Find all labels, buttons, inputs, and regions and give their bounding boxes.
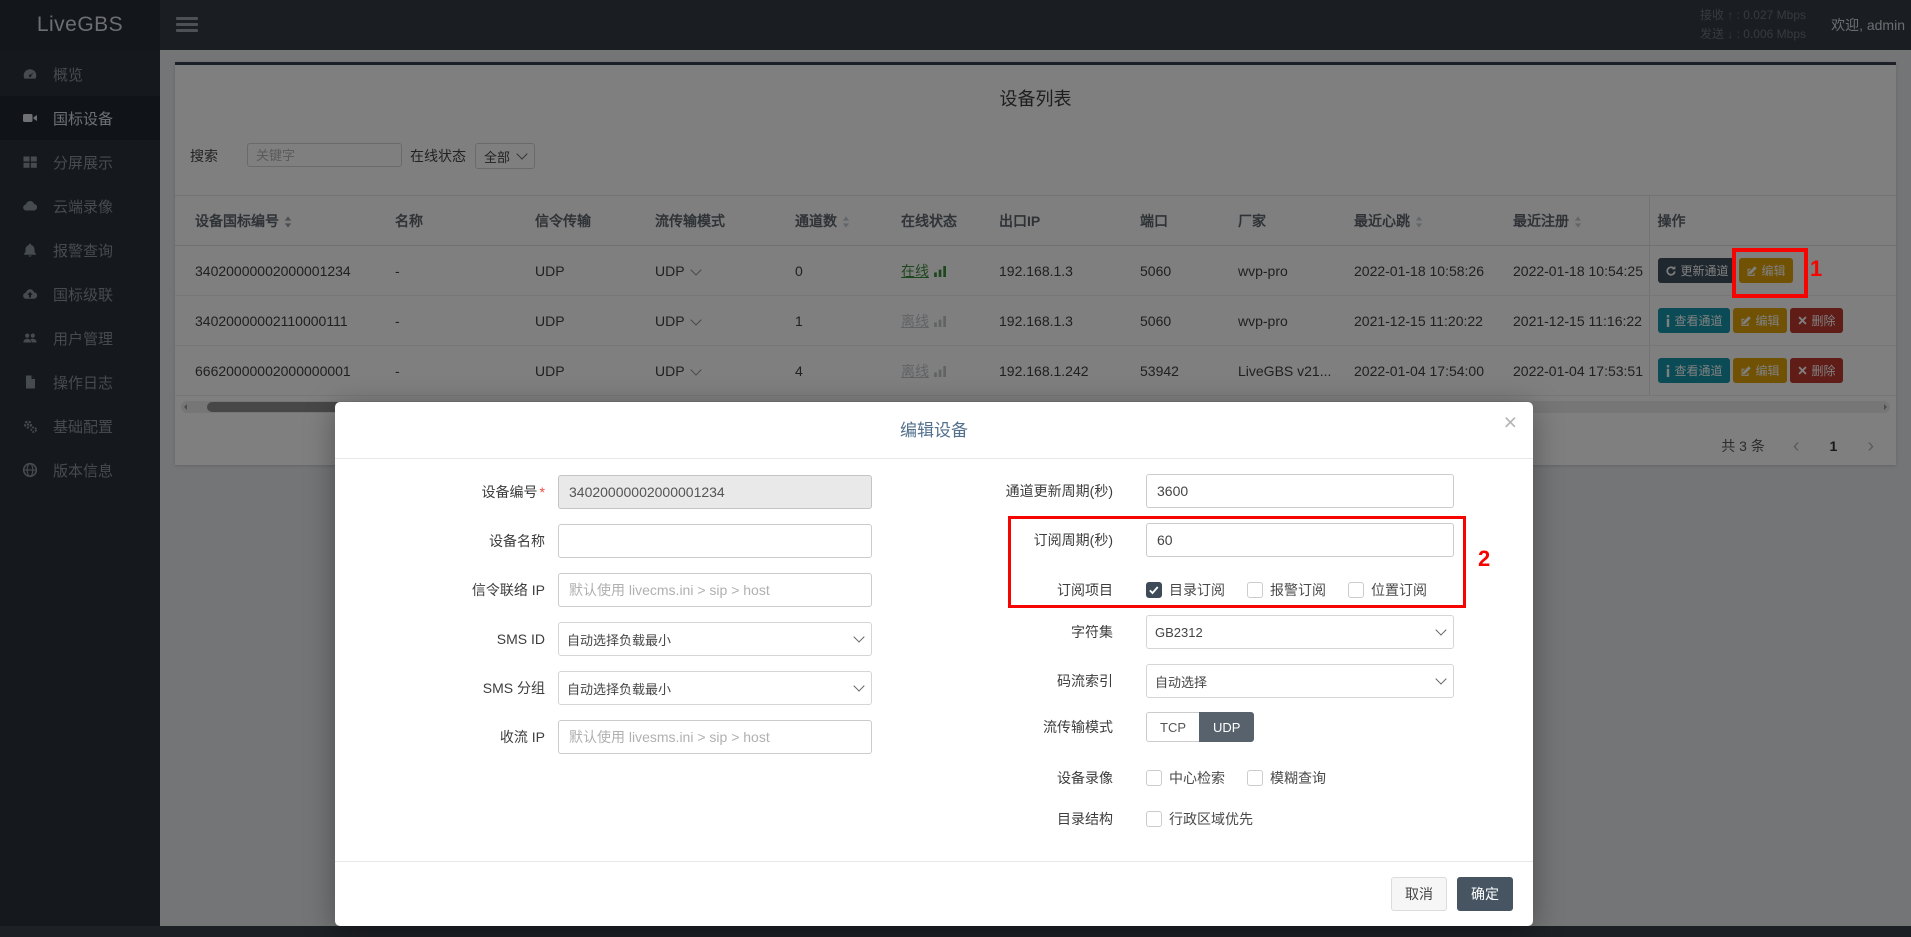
close-icon[interactable]: ×: [1504, 411, 1517, 434]
cancel-button[interactable]: 取消: [1391, 877, 1447, 911]
device-record-label: 设备录像: [813, 768, 1113, 788]
charset-select-value: GB2312: [1155, 625, 1203, 640]
channel-refresh-field[interactable]: [1146, 474, 1454, 508]
catalog-options: 行政区域优先: [1146, 809, 1454, 829]
annotation-number-2: 2: [1478, 546, 1490, 572]
checkbox-label: 行政区域优先: [1169, 809, 1253, 829]
checkbox-option[interactable]: 中心检索: [1146, 768, 1225, 788]
stream-mode-row: 流传输模式 TCP UDP: [335, 712, 1533, 742]
checkbox-option[interactable]: 模糊查询: [1247, 768, 1326, 788]
stream-index-select[interactable]: 自动选择: [1146, 664, 1454, 698]
annotation-box-2: [1008, 516, 1466, 608]
annotation-box-1: [1732, 248, 1808, 298]
stream-index-row: 码流索引 自动选择: [335, 664, 1533, 698]
edit-device-modal: 编辑设备 × 设备编号* 设备名称 信令联络 IP SMS ID 自动选择负载最…: [335, 402, 1533, 926]
udp-toggle-button[interactable]: UDP: [1199, 712, 1254, 742]
checkbox-option[interactable]: 行政区域优先: [1146, 809, 1253, 829]
record-options: 中心检索 模糊查询: [1146, 768, 1454, 788]
channel-refresh-row: 通道更新周期(秒): [335, 474, 1533, 508]
stream-index-label: 码流索引: [813, 664, 1113, 698]
stream-mode-label: 流传输模式: [813, 712, 1113, 742]
catalog-structure-label: 目录结构: [813, 809, 1113, 829]
chevron-down-icon: [1435, 624, 1446, 635]
channel-refresh-label: 通道更新周期(秒): [813, 474, 1113, 508]
stream-index-select-value: 自动选择: [1155, 672, 1207, 691]
checkbox-icon[interactable]: [1247, 770, 1263, 786]
modal-title: 编辑设备: [335, 402, 1533, 459]
livegbs-app: LiveGBS 接收 ↑ : 0.027 Mbps发送 ↓ : 0.006 Mb…: [0, 0, 1911, 937]
checkbox-label: 模糊查询: [1270, 768, 1326, 788]
confirm-button[interactable]: 确定: [1457, 877, 1513, 911]
checkbox-icon[interactable]: [1146, 770, 1162, 786]
catalog-structure-row: 目录结构 行政区域优先: [335, 809, 1533, 829]
annotation-number-1: 1: [1810, 256, 1822, 282]
charset-row: 字符集 GB2312: [335, 615, 1533, 649]
charset-label: 字符集: [813, 615, 1113, 649]
device-record-row: 设备录像 中心检索 模糊查询: [335, 768, 1533, 788]
checkbox-label: 中心检索: [1169, 768, 1225, 788]
checkbox-icon[interactable]: [1146, 811, 1162, 827]
chevron-down-icon: [1435, 673, 1446, 684]
charset-select[interactable]: GB2312: [1146, 615, 1454, 649]
modal-footer: 取消 确定: [335, 861, 1533, 926]
tcp-toggle-button[interactable]: TCP: [1146, 712, 1199, 742]
